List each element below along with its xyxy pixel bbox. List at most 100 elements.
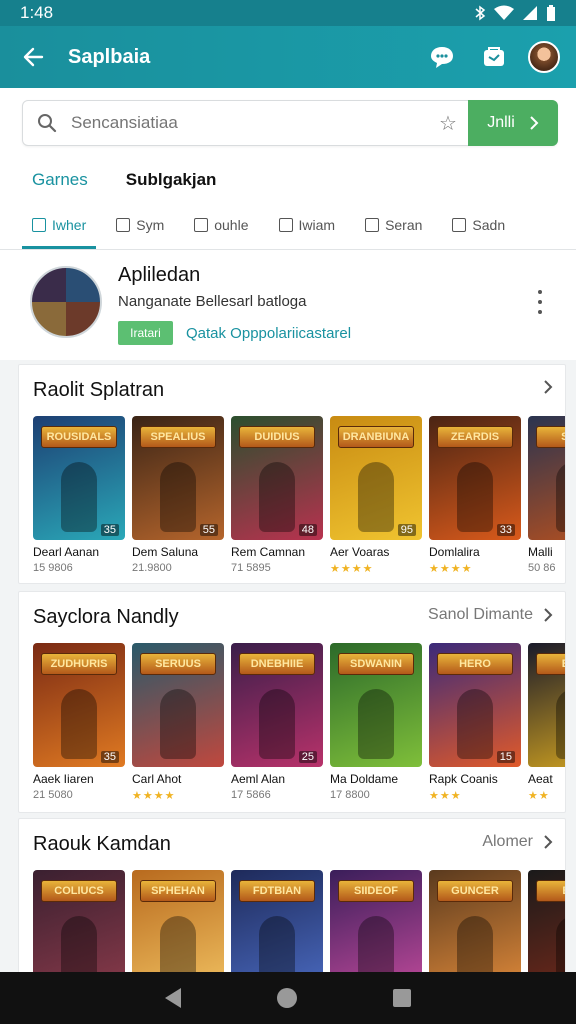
rating-badge: 35 bbox=[100, 751, 119, 763]
chip-label: Iwher bbox=[52, 216, 87, 233]
chip-1[interactable]: Sym bbox=[106, 201, 174, 249]
card-row: ROUSIDALS 35 Dearl Aanan 15 9806 SPEALIUS 55 D… bbox=[33, 416, 565, 575]
nav-home-icon[interactable] bbox=[277, 988, 297, 1008]
game-card[interactable]: HERO 15 Rapk Coanis ★★★ bbox=[429, 643, 521, 802]
game-card[interactable]: SERUUS Carl Ahot ★★★★ bbox=[132, 643, 224, 802]
game-card[interactable]: ZEARDIS 33 Domlalira ★★★★ bbox=[429, 416, 521, 575]
search-bar: ☆ Jnlli bbox=[22, 100, 558, 146]
profile-card: Apliledan Nanganate Bellesarl batloga Ir… bbox=[0, 250, 576, 360]
game-card[interactable]: BED bbox=[528, 870, 565, 977]
game-thumbnail: GUNCER bbox=[429, 870, 521, 977]
game-thumbnail: SERUUS bbox=[132, 643, 224, 767]
game-downloads: 21.9800 bbox=[132, 562, 172, 574]
character-figure bbox=[358, 689, 394, 759]
rating-badge: 95 bbox=[397, 524, 416, 536]
profile-description: Nanganate Bellesarl batloga bbox=[118, 293, 307, 310]
game-card[interactable]: ROUSIDALS 35 Dearl Aanan 15 9806 bbox=[33, 416, 125, 575]
chip-label: Sym bbox=[136, 216, 165, 233]
search-submit-button[interactable]: Jnlli bbox=[468, 100, 558, 146]
square-icon bbox=[116, 217, 131, 232]
character-figure bbox=[160, 462, 196, 532]
filter-chips: Iwher Sym ouhle Iwiam Seran Sadn bbox=[0, 200, 576, 250]
section-2: Raouk Kamdan Alomer COLIUCS SPHEHAN FDTBIA… bbox=[18, 818, 566, 978]
game-card[interactable]: ZUDHURIS 35 Aaek Iiaren 21 5080 bbox=[33, 643, 125, 802]
more-vert-icon[interactable] bbox=[530, 290, 550, 314]
game-thumbnail: SPEALIUS 55 bbox=[132, 416, 224, 540]
chevron-right-icon bbox=[530, 116, 539, 130]
chat-button[interactable] bbox=[424, 39, 460, 75]
game-thumbnail: SIIDEOF bbox=[330, 870, 422, 977]
character-figure bbox=[358, 916, 394, 977]
signal-icon bbox=[523, 6, 537, 20]
game-downloads: 17 8800 bbox=[330, 789, 370, 801]
search-icon bbox=[23, 113, 71, 133]
game-title: Aeat bbox=[528, 772, 553, 786]
game-logo-banner: SPEALIUS bbox=[140, 426, 216, 448]
game-thumbnail: COLIUCS bbox=[33, 870, 125, 977]
tab-games[interactable]: Garnes bbox=[32, 170, 88, 190]
chat-icon bbox=[431, 47, 453, 68]
chip-3[interactable]: Iwiam bbox=[269, 201, 346, 249]
chip-2[interactable]: ouhle bbox=[184, 201, 258, 249]
game-card[interactable]: SPEALIUS 55 Dem Saluna 21.9800 bbox=[132, 416, 224, 575]
character-figure bbox=[160, 689, 196, 759]
rating-badge: 48 bbox=[298, 524, 317, 536]
game-title: Aaek Iiaren bbox=[33, 772, 94, 786]
game-card[interactable]: FDTBIAN bbox=[231, 870, 323, 977]
favorite-star-icon[interactable]: ☆ bbox=[428, 111, 468, 136]
page-title: Saplbaia bbox=[68, 45, 151, 68]
character-figure bbox=[358, 462, 394, 532]
game-card[interactable]: SIDE Malli 50 86 bbox=[528, 416, 565, 575]
game-card[interactable]: GUNCER bbox=[429, 870, 521, 977]
bluetooth-icon bbox=[475, 5, 486, 21]
chip-4[interactable]: Seran bbox=[355, 201, 432, 249]
section-0: Raolit Splatran ROUSIDALS 35 Dearl Aanan 15… bbox=[18, 364, 566, 584]
game-downloads: 21 5080 bbox=[33, 789, 73, 801]
profile-avatar[interactable] bbox=[30, 266, 102, 338]
star-rating: ★★★★ bbox=[330, 563, 374, 575]
game-thumbnail: SIDE bbox=[528, 416, 565, 540]
game-logo-banner: ROUSIDALS bbox=[41, 426, 117, 448]
user-avatar[interactable] bbox=[528, 41, 560, 73]
section-more-button[interactable]: Sanol Dimante bbox=[428, 606, 553, 624]
game-card[interactable]: DRANBIUNA 95 Aer Voaras ★★★★ bbox=[330, 416, 422, 575]
section-more-button[interactable]: Alomer bbox=[482, 833, 553, 851]
chip-label: Sadn bbox=[472, 216, 506, 233]
game-thumbnail: FDTBIAN bbox=[231, 870, 323, 977]
nav-back-icon[interactable] bbox=[165, 988, 181, 1008]
profile-link[interactable]: Qatak Opppolariicastarel bbox=[186, 325, 351, 342]
game-downloads: 15 9806 bbox=[33, 562, 73, 574]
game-title: Ma Doldame bbox=[330, 772, 399, 786]
search-submit-label: Jnlli bbox=[487, 114, 515, 131]
section-more-button[interactable] bbox=[533, 379, 553, 395]
wifi-icon bbox=[494, 5, 514, 20]
nav-recents-icon[interactable] bbox=[393, 989, 411, 1007]
game-logo-banner: HERO bbox=[437, 653, 513, 675]
game-card[interactable]: DNEBHIIE 25 Aeml Alan 17 5866 bbox=[231, 643, 323, 802]
profile-badge[interactable]: Iratari bbox=[118, 321, 173, 345]
star-rating: ★★★ bbox=[429, 790, 462, 802]
game-card[interactable]: BOR Aeat ★★ bbox=[528, 643, 565, 802]
game-card[interactable]: SDWANIN Ma Doldame 17 8800 bbox=[330, 643, 422, 802]
chip-0[interactable]: Iwher bbox=[22, 201, 97, 249]
game-card[interactable]: SPHEHAN bbox=[132, 870, 224, 977]
rating-badge: 33 bbox=[496, 524, 515, 536]
game-card[interactable]: DUIDIUS 48 Rem Camnan 71 5895 bbox=[231, 416, 323, 575]
game-title: Domlalira bbox=[429, 545, 480, 559]
game-logo-banner: GUNCER bbox=[437, 880, 513, 902]
calendar-icon bbox=[194, 217, 209, 232]
search-input[interactable] bbox=[71, 113, 428, 133]
game-title: Rapk Coanis bbox=[429, 772, 498, 786]
game-logo-banner: COLIUCS bbox=[41, 880, 117, 902]
game-thumbnail: DUIDIUS 48 bbox=[231, 416, 323, 540]
chip-5[interactable]: Sadn bbox=[442, 201, 515, 249]
tab-subcategory[interactable]: Sublgakjan bbox=[126, 170, 217, 190]
game-card[interactable]: SIIDEOF bbox=[330, 870, 422, 977]
system-nav-bar bbox=[0, 972, 576, 1024]
section-more-label: Alomer bbox=[482, 833, 533, 850]
store-button[interactable] bbox=[476, 39, 512, 75]
status-icons bbox=[474, 4, 556, 22]
back-button[interactable] bbox=[16, 40, 50, 74]
game-downloads: 50 86 bbox=[528, 562, 556, 574]
game-card[interactable]: COLIUCS bbox=[33, 870, 125, 977]
